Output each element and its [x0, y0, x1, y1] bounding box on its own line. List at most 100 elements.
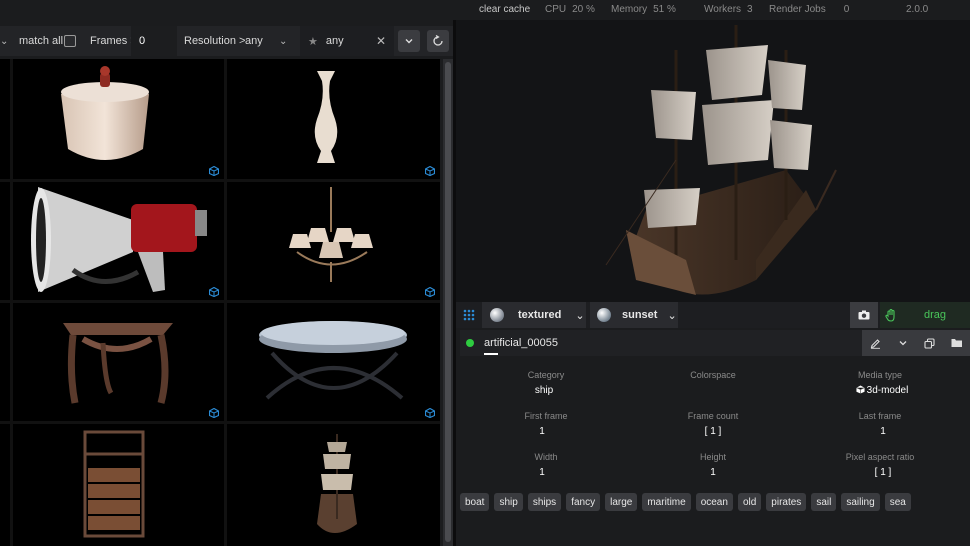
tag-chip[interactable]: boat [460, 493, 490, 511]
round-table-thumbnail [259, 321, 407, 400]
ship-model-render [605, 25, 837, 295]
close-icon[interactable]: ✕ [376, 34, 386, 48]
height-value: 1 [710, 467, 716, 478]
grid-cell-shelf[interactable] [13, 424, 224, 546]
grid-cell-partial[interactable] [0, 303, 10, 421]
hand-icon [885, 308, 895, 322]
version-label: 2.0.0 [906, 4, 929, 15]
asset-name[interactable]: artificial_00055 [484, 337, 558, 349]
tag-list: boat ship ships fancy large maritime oce… [460, 493, 970, 511]
clear-cache-button[interactable]: clear cache [479, 4, 530, 15]
copy-button[interactable] [916, 330, 943, 356]
expand-button[interactable] [398, 30, 420, 52]
grid-cell-megaphone[interactable] [13, 182, 224, 300]
tag-chip[interactable]: sea [884, 493, 911, 511]
tag-chip[interactable]: large [605, 493, 638, 511]
frames-label: Frames > [90, 35, 137, 47]
chevron-down-icon [899, 341, 906, 346]
material-label: textured [518, 309, 562, 321]
tag-chip[interactable]: sailing [841, 493, 880, 511]
open-folder-button[interactable] [943, 330, 970, 356]
edit-button[interactable] [862, 330, 889, 356]
colorspace-label: Colorspace [690, 370, 736, 380]
grid-cell-ship[interactable] [227, 424, 440, 546]
render-jobs-label: Render Jobs [769, 4, 826, 15]
status-bar: clear cache CPU 20 % Memory 51 % Workers 3 … [0, 0, 970, 20]
tag-chip[interactable]: old [737, 493, 762, 511]
resolution-select[interactable]: any [245, 26, 263, 56]
pixel-aspect-label: Pixel aspect ratio [845, 452, 915, 462]
chevron-down-icon[interactable]: ⌄ [0, 26, 8, 56]
chevron-down-icon[interactable]: ⌄ [279, 26, 287, 56]
copy-icon [924, 337, 935, 349]
environment-sphere-icon [597, 308, 611, 322]
tag-chip[interactable]: maritime [642, 493, 691, 511]
thumbnail-grid [0, 59, 440, 546]
tag-chip[interactable]: sail [811, 493, 837, 511]
search-input[interactable]: any [326, 35, 344, 47]
model-preview-viewport[interactable] [456, 20, 970, 302]
table-thumbnail [63, 323, 173, 404]
match-all-label: match all [19, 35, 64, 47]
asset-name-underline [484, 353, 498, 355]
tag-chip[interactable]: ship [494, 493, 523, 511]
frame-count-value: [ 1 ] [704, 426, 722, 437]
tag-chip[interactable]: fancy [566, 493, 601, 511]
megaphone-thumbnail [31, 187, 207, 292]
last-frame-value: 1 [880, 426, 886, 437]
grid-cell-partial[interactable] [0, 182, 10, 300]
drag-button[interactable]: drag [880, 302, 970, 328]
cube-icon [209, 287, 219, 297]
chevron-down-icon [405, 39, 413, 44]
tag-chip[interactable]: ships [527, 493, 562, 511]
drag-label: drag [924, 309, 947, 321]
grid-scrollbar-thumb[interactable] [445, 62, 451, 542]
grid-cell-vase[interactable] [227, 59, 440, 179]
tag-chip[interactable]: ocean [695, 493, 733, 511]
pixel-aspect-value: [ 1 ] [874, 467, 892, 478]
material-select[interactable]: textured ⌄ [482, 302, 586, 328]
pencil-icon [870, 338, 880, 349]
render-jobs-status: Render Jobs 0 [769, 4, 849, 15]
grid-cell-jar[interactable] [13, 59, 224, 179]
folder-icon [951, 339, 962, 347]
grid-cell-round-table[interactable] [227, 303, 440, 421]
cube-icon [425, 408, 435, 418]
category-value: ship [534, 385, 554, 396]
jar-thumbnail [61, 66, 149, 160]
frames-input[interactable]: 0 [131, 26, 177, 56]
grid-cell-partial[interactable] [0, 59, 10, 179]
cpu-status: CPU 20 % [545, 4, 595, 15]
resolution-label: Resolution > [184, 35, 246, 47]
reset-button[interactable] [427, 30, 449, 52]
match-all-checkbox[interactable] [64, 35, 76, 47]
camera-icon [858, 310, 870, 320]
memory-status: Memory 51 % [611, 4, 676, 15]
frame-count-label: Frame count [687, 411, 739, 421]
more-dropdown-button[interactable] [889, 330, 916, 356]
first-frame-label: First frame [524, 411, 568, 421]
tag-chip[interactable]: pirates [766, 493, 807, 511]
asset-actions [862, 330, 970, 356]
media-type-label: Media type [857, 370, 903, 380]
render-jobs-value: 0 [843, 4, 850, 15]
snapshot-button[interactable] [850, 302, 878, 328]
cube-icon [855, 385, 865, 394]
reset-button-wrap[interactable] [427, 26, 449, 56]
grid-cell-partial[interactable] [0, 424, 10, 546]
environment-select[interactable]: sunset ⌄ [590, 302, 678, 328]
chevron-down-icon: ⌄ [575, 309, 585, 322]
grid-cell-chandelier[interactable] [227, 182, 440, 300]
environment-label: sunset [622, 309, 658, 321]
grid-cell-table[interactable] [13, 303, 224, 421]
match-all-checkbox-wrap[interactable] [64, 26, 76, 56]
grid-icon[interactable] [463, 302, 475, 328]
height-label: Height [699, 452, 726, 462]
cube-icon [425, 166, 435, 176]
media-type-value-wrap: 3d-model [812, 385, 952, 396]
search-field[interactable]: ★ any ✕ [300, 26, 394, 56]
memory-label: Memory [611, 4, 648, 15]
width-label: Width [534, 452, 558, 462]
workers-label: Workers [704, 4, 742, 15]
expand-button-wrap[interactable] [398, 26, 420, 56]
